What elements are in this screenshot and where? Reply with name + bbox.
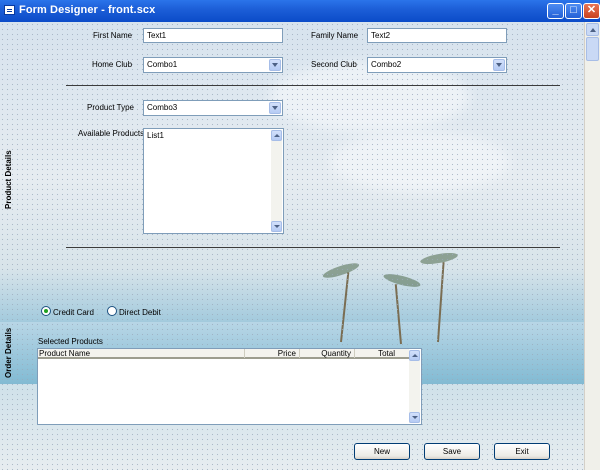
selected-products-grid[interactable]: Product Name Price Quantity Total [37, 348, 422, 425]
scroll-down-arrow-icon[interactable] [271, 221, 282, 232]
column-header-product-name[interactable]: Product Name [39, 349, 245, 358]
credit-card-label[interactable]: Credit Card [53, 308, 94, 317]
exit-button[interactable]: Exit [494, 443, 550, 460]
available-products-listbox[interactable]: List1 [143, 128, 284, 234]
scrollbar-thumb[interactable] [586, 37, 599, 61]
product-details-section-label: Product Details [4, 150, 13, 209]
family-name-textbox[interactable]: Text2 [367, 28, 507, 43]
new-button[interactable]: New [354, 443, 410, 460]
close-button[interactable]: ✕ [583, 3, 600, 19]
scroll-up-arrow-icon[interactable] [409, 350, 420, 361]
grid-scrollbar[interactable] [409, 350, 420, 423]
direct-debit-radio[interactable] [107, 306, 117, 316]
form-designer-icon [4, 5, 15, 15]
window-title: Form Designer - front.scx [19, 4, 156, 16]
selected-products-label: Selected Products [38, 337, 103, 346]
list-scrollbar[interactable] [271, 130, 282, 232]
order-details-section-label: Order Details [4, 327, 13, 378]
chevron-down-icon[interactable] [493, 59, 505, 71]
scroll-up-arrow-icon[interactable] [586, 23, 599, 36]
section-divider [66, 247, 560, 248]
scroll-up-arrow-icon[interactable] [271, 130, 282, 141]
home-club-value: Combo1 [147, 60, 178, 69]
grid-header: Product Name Price Quantity Total [38, 349, 409, 359]
first-name-textbox[interactable]: Text1 [143, 28, 283, 43]
form-vertical-scrollbar[interactable] [584, 22, 600, 470]
minimize-button[interactable]: _ [547, 3, 564, 19]
direct-debit-label[interactable]: Direct Debit [119, 308, 161, 317]
available-products-label: Available Products [78, 129, 145, 138]
maximize-button[interactable]: □ [565, 3, 582, 19]
family-name-label: Family Name [311, 31, 359, 40]
second-club-combobox[interactable]: Combo2 [367, 57, 507, 73]
scroll-down-arrow-icon[interactable] [409, 412, 420, 423]
credit-card-radio[interactable] [41, 306, 51, 316]
form-designer-window: Form Designer - front.scx _ □ ✕ First Na… [0, 0, 600, 470]
product-type-value: Combo3 [147, 103, 178, 112]
save-button[interactable]: Save [424, 443, 480, 460]
product-type-combobox[interactable]: Combo3 [143, 100, 283, 116]
chevron-down-icon[interactable] [269, 102, 281, 114]
home-club-combobox[interactable]: Combo1 [143, 57, 283, 73]
first-name-label: First Name [93, 31, 133, 40]
product-type-label: Product Type [87, 103, 134, 112]
chevron-down-icon[interactable] [269, 59, 281, 71]
column-header-price[interactable]: Price [245, 349, 300, 358]
column-header-quantity[interactable]: Quantity [300, 349, 355, 358]
column-header-total[interactable]: Total [355, 349, 409, 358]
title-bar[interactable]: Form Designer - front.scx _ □ ✕ [0, 0, 600, 22]
section-divider [66, 85, 560, 86]
list-item[interactable]: List1 [147, 131, 164, 140]
home-club-label: Home Club [92, 60, 133, 69]
form-canvas: First Name Text1 Family Name Text2 Home … [0, 22, 584, 470]
second-club-value: Combo2 [371, 60, 402, 69]
second-club-label: Second Club [311, 60, 357, 69]
